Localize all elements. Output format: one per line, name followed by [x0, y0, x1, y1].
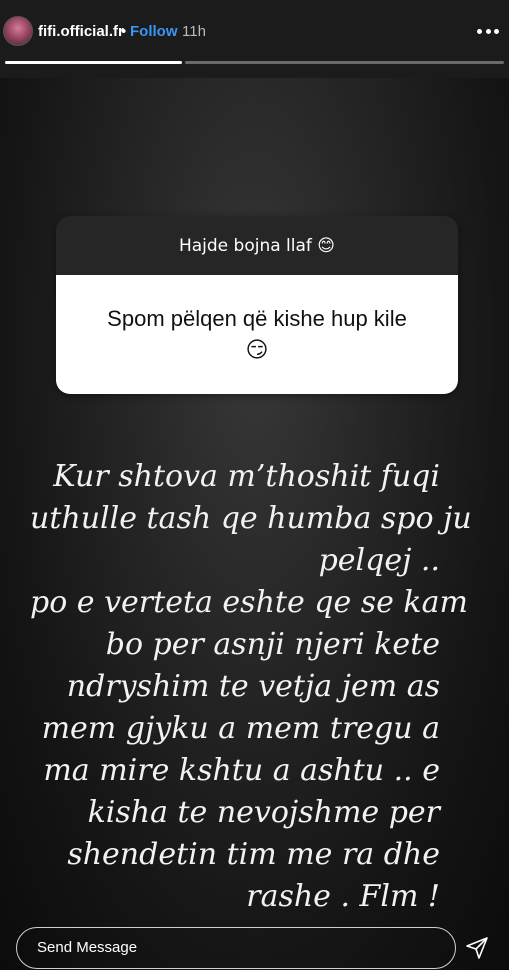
send-icon[interactable]: [465, 936, 489, 960]
caption-line: shendetin tim me ra dhe: [67, 837, 440, 872]
follow-button[interactable]: Follow: [130, 23, 178, 40]
caption-line: mem gjyku a mem tregu a: [41, 711, 440, 746]
message-placeholder: Send Message: [37, 939, 138, 956]
caption-line: uthulle tash qe humba spo ju: [30, 501, 472, 536]
send-message-input[interactable]: Send Message: [16, 927, 456, 969]
separator-dot: •: [121, 23, 127, 40]
avatar[interactable]: [3, 16, 33, 46]
username[interactable]: fifi.official.fr: [38, 23, 124, 40]
question-answer: Spom pëlqen që kishe hup kile 😏: [56, 275, 458, 394]
caption-line: ndryshim te vetja jem as: [66, 669, 440, 704]
story-progress-bar: [5, 61, 504, 64]
story-caption: Kur shtova m’thoshit fuqi uthulle tash q…: [30, 456, 472, 918]
answer-text: Spom pëlqen që kishe hup kile: [107, 305, 407, 331]
more-options-icon[interactable]: [477, 22, 499, 40]
story-header: [0, 0, 509, 80]
caption-line: kisha te nevojshme per: [87, 795, 440, 830]
question-sticker[interactable]: Hajde bojna llaf 😊 Spom pëlqen që kishe …: [56, 216, 458, 394]
caption-line: Kur shtova m’thoshit fuqi: [53, 459, 440, 494]
progress-segment-next: [185, 61, 504, 64]
progress-segment-current: [5, 61, 183, 64]
caption-line: pelqej ..: [318, 543, 440, 578]
caption-line: bo per asnji njeri kete: [105, 627, 440, 662]
caption-line: rashe . Flm !: [246, 879, 440, 914]
caption-line: po e verteta eshte qe se kam: [30, 585, 468, 620]
post-time: 11h: [182, 23, 206, 40]
question-prompt: Hajde bojna llaf 😊: [56, 216, 458, 275]
caption-line: ma mire kshtu a ashtu .. e: [43, 753, 440, 788]
smirk-emoji-icon: 😏: [245, 337, 269, 363]
